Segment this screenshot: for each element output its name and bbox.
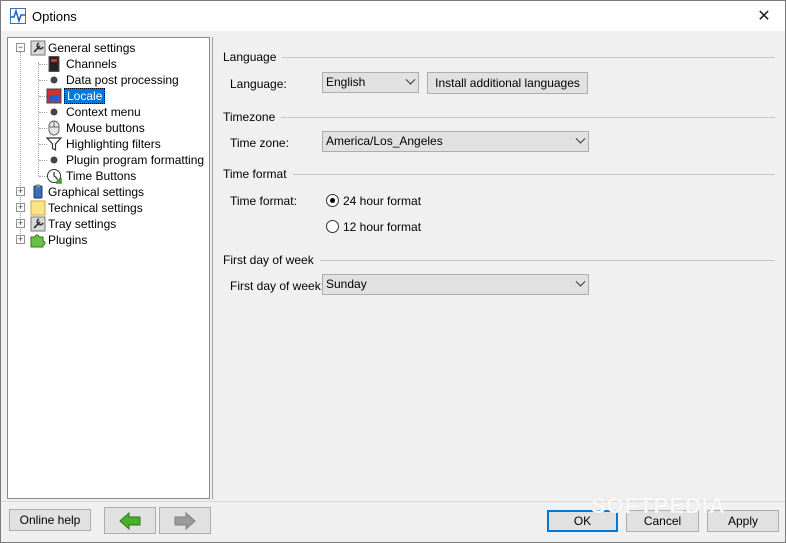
channels-icon: [48, 56, 60, 72]
forward-button[interactable]: [159, 507, 211, 534]
section-title: Language: [223, 50, 277, 64]
tree-item-label: Context menu: [66, 105, 141, 119]
section-title: First day of week: [223, 253, 314, 267]
collapse-icon[interactable]: −: [16, 43, 25, 52]
radio-24-hour[interactable]: [326, 194, 339, 207]
timezone-section: Timezone: [223, 110, 775, 124]
bullet-icon: [50, 76, 58, 84]
wrench-icon: [30, 40, 46, 56]
timezone-select[interactable]: America/Los_Angeles: [322, 131, 589, 152]
expand-icon[interactable]: +: [16, 203, 25, 212]
online-help-button[interactable]: Online help: [9, 509, 91, 531]
app-icon: [10, 8, 26, 24]
title-bar: Options ✕: [1, 1, 785, 31]
settings-tree[interactable]: − General settings Channels Data post pr…: [7, 37, 210, 499]
mouse-icon: [48, 120, 60, 136]
divider: [292, 173, 775, 175]
expand-icon[interactable]: +: [16, 219, 25, 228]
filter-icon: [46, 137, 62, 151]
radio-12-hour-label[interactable]: 12 hour format: [343, 220, 421, 234]
paint-icon: [33, 184, 43, 199]
tree-item-label: General settings: [48, 41, 136, 55]
section-title: Timezone: [223, 110, 276, 124]
firstday-label: First day of week:: [230, 279, 325, 293]
tree-item-label: Plugin program formatting: [66, 153, 205, 167]
chevron-down-icon: [405, 74, 416, 85]
timezone-value: America/Los_Angeles: [326, 134, 443, 148]
clock-icon: [47, 169, 62, 184]
locale-settings-panel: Language Language: English Install addit…: [212, 37, 780, 499]
locale-icon: [46, 88, 62, 104]
wrench-icon: [30, 216, 46, 232]
tree-item-label: Time Buttons: [66, 169, 137, 183]
tree-item-label: Locale: [64, 88, 106, 104]
window-title: Options: [32, 9, 77, 24]
puzzle-icon: [30, 234, 46, 248]
tree-item-label: Highlighting filters: [66, 137, 161, 151]
tree-item-label: Graphical settings: [48, 185, 145, 199]
language-value: English: [326, 75, 366, 89]
bullet-icon: [50, 108, 58, 116]
divider: [281, 116, 775, 118]
chevron-down-icon: [575, 276, 586, 287]
radio-24-hour-label[interactable]: 24 hour format: [343, 194, 421, 208]
tree-item-label: Channels: [66, 57, 117, 71]
tree-item-label: Technical settings: [48, 201, 143, 215]
options-window: Options ✕ − General settings Channels Da…: [0, 0, 786, 543]
firstday-value: Sunday: [326, 277, 367, 291]
firstday-section: First day of week: [223, 253, 775, 267]
divider: [282, 56, 775, 58]
arrow-left-icon: [119, 511, 141, 530]
timeformat-section: Time format: [223, 167, 775, 181]
chevron-down-icon: [575, 133, 586, 144]
radio-12-hour[interactable]: [326, 220, 339, 233]
arrow-right-icon: [174, 511, 196, 530]
divider: [319, 259, 775, 261]
language-label: Language:: [230, 77, 287, 91]
tree-item-label: Data post processing: [66, 73, 179, 87]
install-languages-button[interactable]: Install additional languages: [427, 72, 588, 94]
timezone-label: Time zone:: [230, 136, 289, 150]
back-button[interactable]: [104, 507, 156, 534]
expand-icon[interactable]: +: [16, 235, 25, 244]
bullet-icon: [50, 156, 58, 164]
language-select[interactable]: English: [322, 72, 419, 93]
firstday-select[interactable]: Sunday: [322, 274, 589, 295]
watermark: SOFTPEDIA: [591, 493, 726, 518]
folder-icon: [30, 200, 46, 216]
close-icon[interactable]: ✕: [743, 1, 785, 31]
tree-item-label: Plugins: [48, 233, 88, 247]
tree-item-label: Tray settings: [48, 217, 117, 231]
tree-item-label: Mouse buttons: [66, 121, 145, 135]
expand-icon[interactable]: +: [16, 187, 25, 196]
timeformat-label: Time format:: [230, 194, 297, 208]
language-section: Language: [223, 50, 775, 64]
section-title: Time format: [223, 167, 287, 181]
